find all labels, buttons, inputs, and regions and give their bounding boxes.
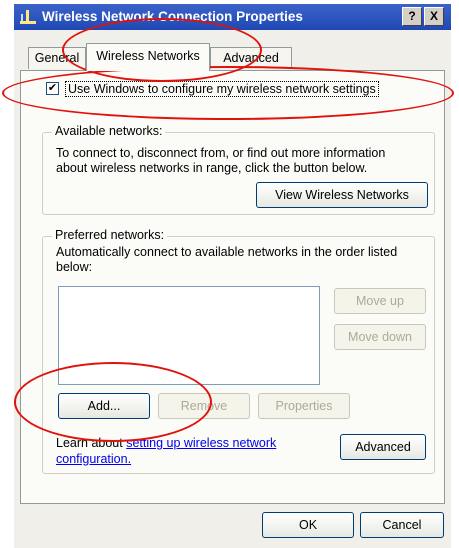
remove-button[interactable]: Remove bbox=[158, 393, 250, 419]
ok-button[interactable]: OK bbox=[262, 512, 354, 538]
learn-about-link[interactable]: setting up wireless network bbox=[126, 436, 276, 450]
tab-advanced-label: Advanced bbox=[223, 51, 279, 65]
network-connection-icon bbox=[20, 10, 36, 24]
learn-about-link-continued[interactable]: configuration. bbox=[56, 452, 131, 466]
learn-about-line-1: Learn about setting up wireless network bbox=[56, 436, 276, 451]
add-button[interactable]: Add... bbox=[58, 393, 150, 419]
advanced-button[interactable]: Advanced bbox=[340, 434, 426, 460]
close-button[interactable]: X bbox=[424, 7, 444, 26]
move-up-button[interactable]: Move up bbox=[334, 288, 426, 314]
preferred-networks-text-2: below: bbox=[56, 260, 93, 274]
window-title: Wireless Network Connection Properties bbox=[42, 9, 303, 24]
tab-general-label: General bbox=[34, 51, 80, 65]
tab-wireless-networks-label: Wireless Networks bbox=[96, 49, 200, 63]
help-button[interactable]: ? bbox=[402, 7, 422, 26]
available-networks-text-1: To connect to, disconnect from, or find … bbox=[56, 146, 386, 160]
title-bar[interactable]: Wireless Network Connection Properties ?… bbox=[14, 4, 451, 30]
view-wireless-networks-button[interactable]: View Wireless Networks bbox=[256, 182, 428, 208]
preferred-networks-list[interactable] bbox=[58, 286, 320, 385]
preferred-networks-text-1: Automatically connect to available netwo… bbox=[56, 245, 398, 259]
available-networks-title: Available networks: bbox=[52, 124, 166, 138]
available-networks-text-2: about wireless networks in range, click … bbox=[56, 161, 368, 175]
cancel-button[interactable]: Cancel bbox=[360, 512, 444, 538]
use-windows-checkbox[interactable]: ✔ bbox=[46, 82, 59, 95]
preferred-networks-title: Preferred networks: bbox=[52, 228, 168, 242]
tab-advanced[interactable]: Advanced bbox=[210, 47, 292, 69]
tab-general[interactable]: General bbox=[28, 47, 86, 69]
use-windows-label[interactable]: Use Windows to configure my wireless net… bbox=[65, 81, 379, 97]
learn-about-line-2: configuration. bbox=[56, 452, 131, 467]
tab-wireless-networks[interactable]: Wireless Networks bbox=[86, 43, 210, 71]
wireless-properties-dialog: Wireless Network Connection Properties ?… bbox=[0, 0, 459, 548]
learn-about-prefix: Learn about bbox=[56, 436, 127, 450]
move-down-button[interactable]: Move down bbox=[334, 324, 426, 350]
properties-button[interactable]: Properties bbox=[258, 393, 350, 419]
